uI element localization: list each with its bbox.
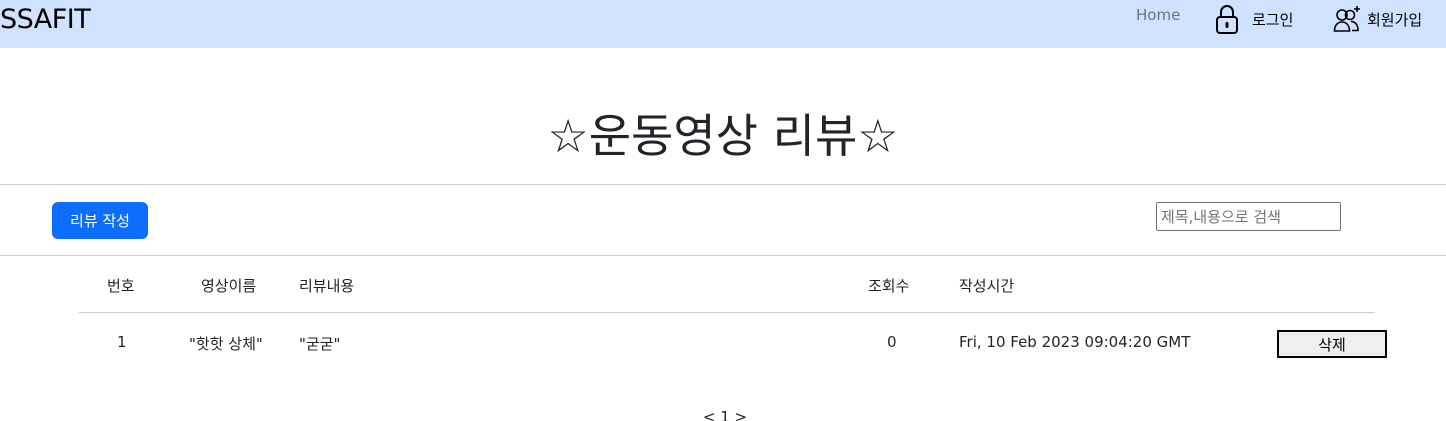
divider-bottom — [0, 255, 1446, 256]
row-number: 1 — [117, 333, 127, 351]
pagination[interactable]: < 1 > — [700, 408, 750, 421]
brand-logo[interactable]: SSAFIT — [0, 4, 91, 35]
divider-top — [0, 184, 1446, 185]
navbar: SSAFIT Home 로그인 회원가입 — [0, 0, 1446, 48]
header-number: 번호 — [107, 277, 135, 295]
header-time: 작성시간 — [959, 277, 1015, 295]
nav-login-label: 로그인 — [1252, 10, 1294, 29]
row-time: Fri, 10 Feb 2023 09:04:20 GMT — [959, 333, 1191, 351]
header-video: 영상이름 — [201, 277, 257, 295]
write-review-button[interactable]: 리뷰 작성 — [52, 202, 148, 239]
user-plus-icon — [1333, 6, 1360, 32]
nav-login-link[interactable]: 로그인 — [1214, 2, 1293, 36]
table-header-line — [79, 312, 1375, 313]
header-content: 리뷰내용 — [299, 277, 355, 295]
nav-signup-label: 회원가입 — [1367, 10, 1423, 29]
row-video[interactable]: "핫핫 상체" — [189, 333, 263, 354]
row-views: 0 — [887, 333, 897, 351]
delete-button[interactable]: 삭제 — [1277, 330, 1387, 358]
nav-home-link[interactable]: Home — [1136, 6, 1180, 24]
lock-icon — [1216, 5, 1238, 34]
header-views: 조회수 — [868, 277, 910, 295]
nav-signup-link[interactable]: 회원가입 — [1333, 2, 1422, 36]
page-title: ☆운동영상 리뷰☆ — [547, 109, 899, 163]
search-input[interactable] — [1156, 202, 1341, 231]
row-content[interactable]: "굳굳" — [299, 333, 340, 354]
